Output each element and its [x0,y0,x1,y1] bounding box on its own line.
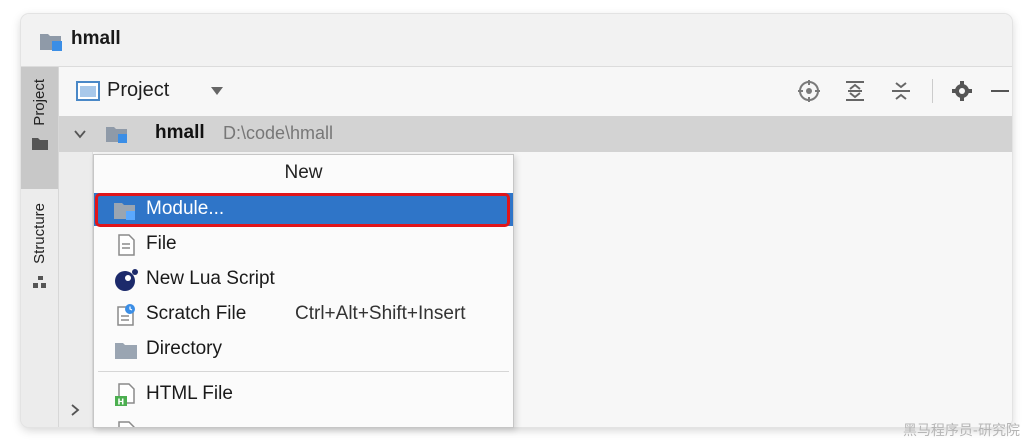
menu-item-label: Scratch File [146,303,247,324]
svg-text:H: H [118,398,125,407]
hide-icon[interactable] [988,79,1012,103]
menu-item-file[interactable]: File [94,228,513,261]
module-folder-icon [39,31,65,57]
file-icon [114,416,138,427]
menu-item-scratch-file[interactable]: Scratch File Ctrl+Alt+Shift+Insert [94,298,513,331]
file-icon [114,233,138,257]
sidebar-tab-label: Structure [31,203,48,264]
menu-item-html-file[interactable]: H HTML File [94,378,513,411]
new-context-menu: New Module... File New Lua Script Scratc… [93,154,514,428]
scratch-file-icon [114,303,138,327]
menu-separator [98,371,509,372]
watermark: 黑马程序员-研究院 [902,423,1020,439]
collapse-all-icon[interactable] [889,79,913,103]
tool-window-sidebar: Project Structure [21,67,59,427]
toolbar-divider [932,79,933,103]
window-title: hmall [71,28,121,49]
tree-gutter [59,152,93,427]
lua-icon [114,268,138,292]
menu-item-new-lua-script[interactable]: New Lua Script [94,263,513,296]
directory-icon [114,338,138,362]
project-view-selector[interactable]: Project [107,79,169,102]
sidebar-tab-project[interactable]: Project [21,67,58,189]
menu-header: New [284,162,323,183]
menu-item-label: Directory [146,338,223,359]
expand-all-icon[interactable] [843,79,867,103]
module-folder-icon [114,198,138,222]
menu-item-directory[interactable]: Directory [94,333,513,366]
settings-icon[interactable] [950,79,974,103]
tree-root-name: hmall [155,122,205,143]
chevron-right-icon[interactable] [69,402,81,421]
menu-item-label: File [146,233,177,254]
title-bar: hmall [21,14,1012,67]
html-file-icon: H [114,383,138,407]
sidebar-tab-structure[interactable]: Structure [21,195,58,305]
menu-item-module[interactable]: Module... [94,193,513,226]
project-view-icon [76,81,100,105]
folder-icon [31,136,49,155]
tree-root-path: D:\code\hmall [223,123,334,143]
locate-icon[interactable] [797,79,821,103]
menu-item-label: Module... [146,198,225,219]
tree-root-row[interactable]: hmall D:\code\hmall [59,116,1012,152]
chevron-down-icon[interactable] [73,126,87,145]
sidebar-tab-label: Project [31,79,48,126]
shortcut-label: Ctrl+Alt+Shift+Insert [295,303,466,324]
menu-item-label: HTML File [146,383,233,404]
chevron-down-icon[interactable] [211,87,223,95]
project-toolbar: Project [59,67,1012,115]
module-folder-icon [105,125,131,149]
menu-item-partial[interactable] [94,411,513,427]
structure-icon [32,274,48,293]
menu-item-label: New Lua Script [146,268,275,289]
